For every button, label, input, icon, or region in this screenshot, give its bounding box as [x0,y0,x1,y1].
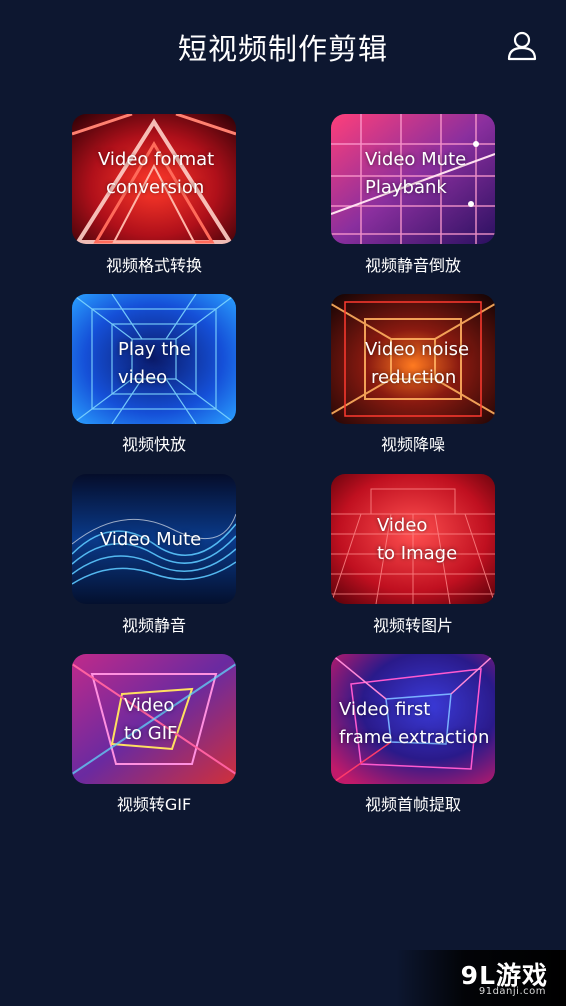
feature-card-first-frame[interactable]: Video first frame extraction [331,654,495,784]
feature-card-format-conversion[interactable]: Video format conversion [72,114,236,244]
feature-title-line1: Play the [118,339,191,360]
feature-card-to-gif[interactable]: Video to GIF [72,654,236,784]
feature-title-line1: Video Mute [365,149,467,170]
feature-card-mute[interactable]: Video Mute [72,474,236,604]
feature-title-line1: Video format [98,149,215,170]
feature-title-line2: conversion [106,177,205,198]
feature-title-line1: Video noise [365,339,470,360]
feature-title-line2: frame extraction [339,727,490,748]
feature-label[interactable]: 视频静音倒放 [313,252,513,276]
feature-label[interactable]: 视频降噪 [313,431,513,455]
feature-card-mute-reverse[interactable]: Video Mute Playbank [331,114,495,244]
feature-label[interactable]: 视频静音 [54,612,254,636]
feature-title-line2: video [118,367,168,388]
feature-title-line2: to Image [377,543,458,564]
feature-grid: Video format conversion 视频格式转换 Video Mut… [0,0,566,1006]
feature-card-to-image[interactable]: Video to Image [331,474,495,604]
feature-label[interactable]: 视频首帧提取 [313,791,513,815]
feature-title-line2: to GIF [124,723,178,744]
watermark-url: 91danji.com [478,986,546,997]
watermark: 9L游戏 91danji.com [396,950,566,1006]
feature-title-line1: Video [377,515,428,536]
feature-title-line2: Playbank [365,177,447,198]
feature-title-line1: Video [124,695,175,716]
feature-card-noise-reduction[interactable]: Video noise reduction [331,294,495,424]
feature-label[interactable]: 视频转GIF [54,791,254,815]
feature-card-fast-play[interactable]: Play the video [72,294,236,424]
feature-title-line1: Video first [339,699,431,720]
feature-label[interactable]: 视频转图片 [313,612,513,636]
feature-title-line2: reduction [371,367,457,388]
feature-title-line1: Video Mute [100,529,202,550]
feature-label[interactable]: 视频快放 [54,431,254,455]
feature-label[interactable]: 视频格式转换 [54,252,254,276]
